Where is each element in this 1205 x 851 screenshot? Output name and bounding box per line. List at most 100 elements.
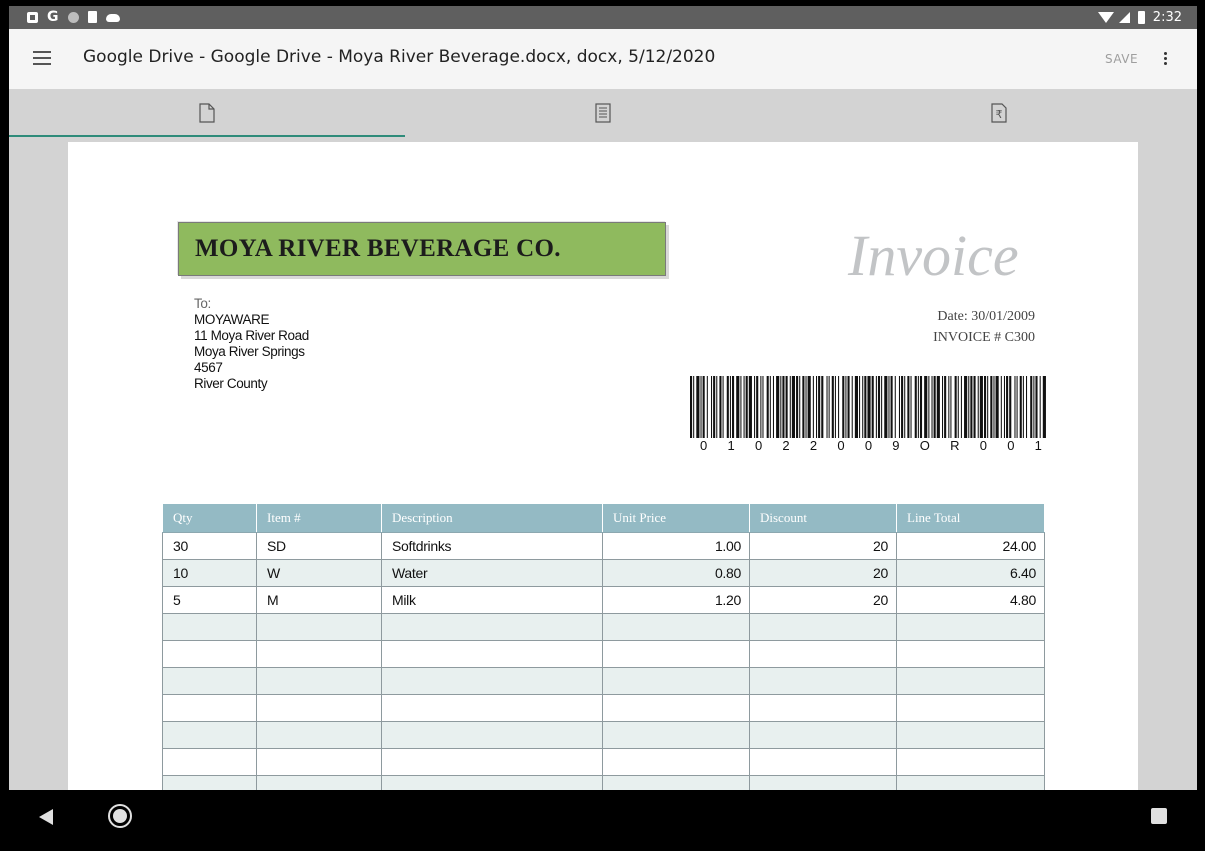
barcode-bar — [851, 376, 853, 438]
wifi-icon — [1097, 12, 1114, 23]
table-cell: M — [256, 586, 382, 614]
table-row: 5 M Milk 1.20 20 4.80 — [162, 586, 1045, 614]
barcode-bar — [716, 376, 718, 438]
table-cell — [381, 775, 603, 790]
barcode-bar — [859, 376, 861, 438]
table-cell — [381, 640, 603, 668]
barcode-bar — [713, 376, 716, 438]
table-cell — [749, 667, 897, 695]
barcode-digit: 0 — [1007, 438, 1015, 453]
barcode-bar — [745, 376, 748, 438]
barcode-bar — [884, 376, 888, 438]
save-button[interactable]: SAVE — [1105, 52, 1138, 66]
table-cell — [749, 748, 897, 776]
barcode-bar — [1030, 376, 1033, 438]
barcode-bar — [960, 376, 962, 438]
table-cell — [162, 667, 257, 695]
svg-text:₹: ₹ — [996, 108, 1003, 121]
table-cell — [749, 613, 897, 641]
hamburger-menu-icon[interactable] — [33, 51, 51, 65]
barcode-bar — [812, 376, 814, 438]
home-icon[interactable] — [108, 804, 132, 828]
barcode-bar — [933, 376, 936, 438]
barcode-bar — [1033, 376, 1035, 438]
barcode-bar — [847, 376, 850, 438]
barcode-bar — [1016, 376, 1018, 438]
table-cell: Softdrinks — [381, 532, 603, 560]
table-cell — [896, 694, 1045, 722]
tab-document[interactable] — [9, 89, 405, 137]
table-cell: 6.40 — [896, 559, 1045, 587]
barcode-bar — [772, 376, 774, 438]
empty-table-row — [162, 748, 1045, 776]
form-icon — [595, 103, 611, 123]
barcode-bar — [987, 376, 989, 438]
table-cell — [381, 721, 603, 749]
barcode-digit: 0 — [754, 438, 763, 453]
status-time: 2:32 — [1152, 10, 1182, 25]
barcode-bar — [700, 376, 702, 438]
barcode-bar — [917, 376, 919, 438]
barcode-bar — [881, 376, 883, 438]
table-cell — [749, 694, 897, 722]
barcode-bar — [805, 376, 807, 438]
app-window: G 2:32 Google Drive - Google Drive - Moy… — [9, 6, 1197, 790]
barcode-bar — [867, 376, 871, 438]
barcode-bar — [776, 376, 780, 438]
barcode-bar — [928, 376, 930, 438]
barcode-bar — [1035, 376, 1038, 438]
barcode-bar — [948, 376, 950, 438]
barcode-bar — [845, 376, 847, 438]
barcode-bar — [990, 376, 993, 438]
table-cell — [381, 694, 603, 722]
table-cell — [602, 694, 750, 722]
tab-form[interactable] — [405, 89, 801, 137]
invoice-heading: Invoice — [848, 223, 1019, 288]
barcode-bar — [696, 376, 700, 438]
barcode-bar — [931, 376, 933, 438]
more-vert-icon[interactable] — [1164, 52, 1168, 66]
barcode-bar — [957, 376, 959, 438]
barcode-bar — [702, 376, 705, 438]
barcode-bar — [706, 376, 708, 438]
empty-table-row — [162, 613, 1045, 641]
barcode-bar — [898, 376, 900, 438]
barcode-digit: 0 — [837, 438, 845, 453]
barcode-bar — [950, 376, 952, 438]
barcode-bar — [831, 376, 834, 438]
table-cell: 0.80 — [602, 559, 750, 587]
table-row: 10 W Water 0.80 20 6.40 — [162, 559, 1045, 587]
table-cell — [381, 748, 603, 776]
empty-table-row — [162, 667, 1045, 695]
table-cell: 10 — [162, 559, 257, 587]
table-cell: 1.20 — [602, 586, 750, 614]
table-cell — [749, 775, 897, 790]
table-cell: 20 — [749, 559, 897, 587]
table-cell: Milk — [381, 586, 603, 614]
barcode-digit: 2 — [782, 438, 790, 453]
barcode-bar — [818, 376, 821, 438]
document-icon — [199, 103, 215, 123]
company-logo-banner: MOYA RIVER BEVERAGE CO. — [178, 222, 666, 276]
barcode-bar — [954, 376, 957, 438]
table-cell: 4.80 — [896, 586, 1045, 614]
barcode-bar — [1019, 376, 1022, 438]
back-icon[interactable] — [39, 809, 53, 825]
barcode-bar — [862, 376, 864, 438]
barcode-bar — [740, 376, 742, 438]
barcode-bar — [894, 376, 896, 438]
table-cell — [162, 640, 257, 668]
barcode-bar — [910, 376, 912, 438]
navigation-bar — [9, 790, 1197, 842]
table-cell — [749, 721, 897, 749]
barcode-bar — [984, 376, 987, 438]
table-row: 30 SD Softdrinks 1.00 20 24.00 — [162, 532, 1045, 560]
circle-icon — [67, 11, 79, 23]
table-cell — [162, 748, 257, 776]
barcode-bar — [762, 376, 764, 438]
status-bar-notifications: G — [27, 9, 120, 25]
tab-rupee-document[interactable]: ₹ — [801, 89, 1197, 137]
barcode-bar — [780, 376, 782, 438]
barcode-bar — [1003, 376, 1005, 438]
recents-icon[interactable] — [1151, 808, 1167, 824]
